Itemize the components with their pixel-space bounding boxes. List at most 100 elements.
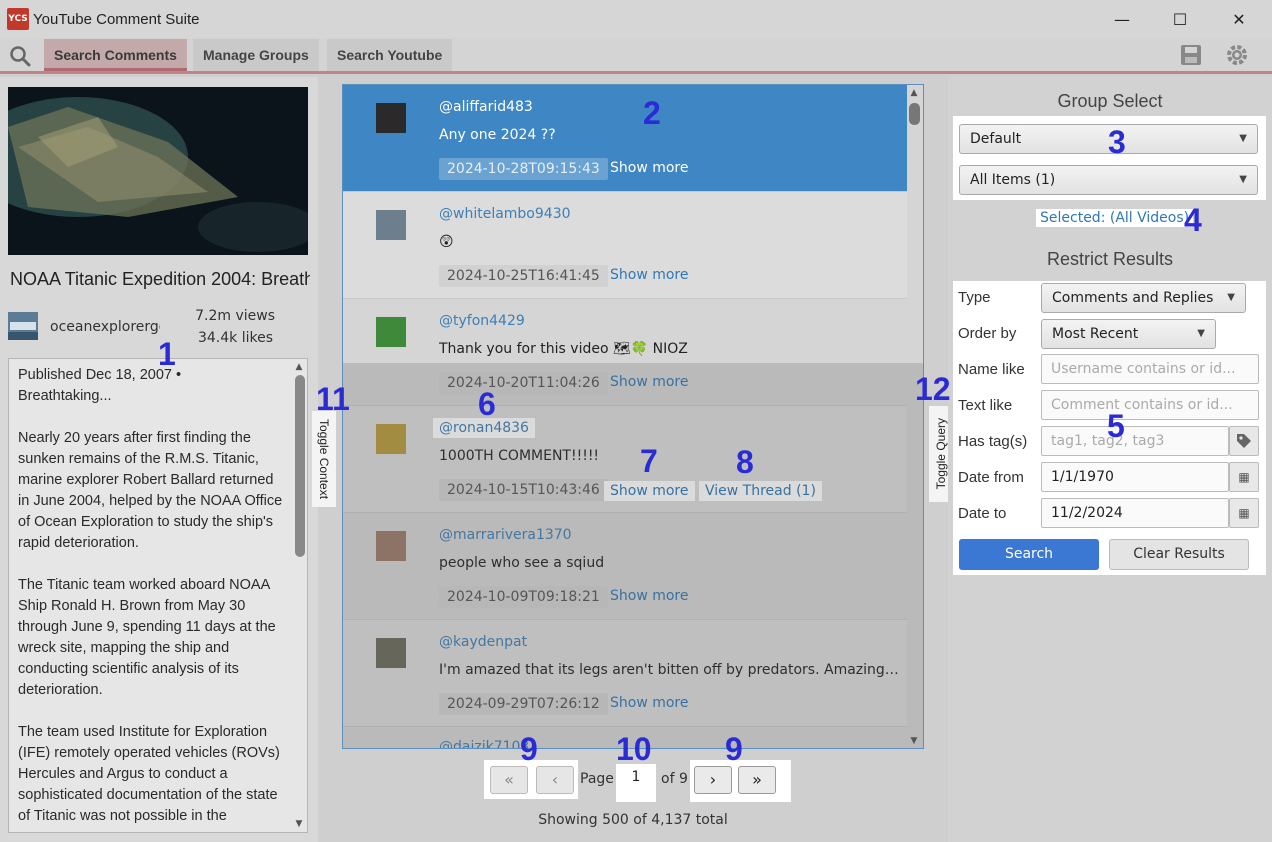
- show-more-link[interactable]: Show more: [610, 160, 689, 176]
- save-icon[interactable]: [1180, 43, 1202, 71]
- comment-text: Any one 2024 ??: [439, 127, 556, 143]
- comment-author[interactable]: @aliffarid483: [439, 99, 533, 115]
- toggle-context-label: Toggle Context: [317, 418, 331, 500]
- avatar: [376, 317, 406, 347]
- order-by-value: Most Recent: [1052, 326, 1139, 342]
- gear-icon[interactable]: [1225, 43, 1249, 71]
- close-button[interactable]: ✕: [1209, 0, 1269, 38]
- scrollbar-thumb[interactable]: [909, 103, 920, 125]
- comment-author[interactable]: @marrarivera1370: [439, 527, 572, 543]
- order-by-label: Order by: [958, 325, 1017, 342]
- comment-list[interactable]: @aliffarid483 Any one 2024 ?? 2024-10-28…: [342, 84, 924, 749]
- avatar: [376, 103, 406, 133]
- date-from-input[interactable]: 1/1/1970: [1041, 462, 1229, 492]
- comment-author[interactable]: @tyfon4429: [439, 313, 525, 329]
- comment-text: 1000TH COMMENT!!!!!: [439, 448, 600, 464]
- list-item[interactable]: @marrarivera1370 people who see a sqiud …: [343, 513, 907, 620]
- comment-date: 2024-10-20T11:04:26: [439, 372, 608, 394]
- channel-name[interactable]: oceanexplorergov: [50, 319, 160, 335]
- show-more-link[interactable]: Show more: [610, 374, 689, 390]
- date-from-label: Date from: [958, 469, 1024, 486]
- scrollbar-thumb[interactable]: [295, 375, 305, 557]
- comment-author[interactable]: @whitelambo9430: [439, 206, 571, 222]
- name-like-input[interactable]: Username contains or id...: [1041, 354, 1259, 384]
- list-item[interactable]: @ronan4836 1000TH COMMENT!!!!! 2024-10-1…: [343, 406, 907, 513]
- date-to-label: Date to: [958, 505, 1007, 522]
- scroll-down-icon[interactable]: ▼: [908, 735, 920, 747]
- callout-6: 6: [478, 386, 496, 422]
- comment-scrollbar[interactable]: ▲ ▼: [906, 87, 922, 747]
- tab-search-comments[interactable]: Search Comments: [44, 39, 187, 71]
- page-label: Page: [580, 771, 614, 787]
- channel-avatar: [8, 312, 38, 340]
- next-page-button[interactable]: ›: [694, 766, 732, 794]
- description-scrollbar[interactable]: ▲ ▼: [293, 361, 305, 830]
- tags-input[interactable]: tag1, tag2, tag3: [1041, 426, 1229, 456]
- calendar-icon[interactable]: ▦: [1229, 462, 1259, 492]
- group-dropdown-value: Default: [970, 131, 1022, 147]
- title-bar: YCS YouTube Comment Suite — ☐ ✕: [0, 0, 1272, 38]
- main-toolbar: Search Comments Manage Groups Search You…: [0, 38, 1272, 74]
- avatar: [376, 531, 406, 561]
- query-panel: Group Select Default ▼ All Items (1) ▼ S…: [948, 77, 1272, 842]
- page-number-input[interactable]: 1: [616, 764, 656, 802]
- prev-page-button[interactable]: ‹: [536, 766, 574, 794]
- result-count: Showing 500 of 4,137 total: [538, 812, 728, 828]
- callout-10: 10: [616, 731, 652, 767]
- first-page-button[interactable]: «: [490, 766, 528, 794]
- group-select-title: Group Select: [1057, 91, 1163, 111]
- has-tags-label: Has tag(s): [958, 433, 1028, 450]
- video-description[interactable]: Published Dec 18, 2007 • Breathtaking...…: [8, 358, 308, 833]
- type-dropdown[interactable]: Comments and Replies ▼: [1041, 283, 1246, 313]
- comment-author[interactable]: @kaydenpat: [439, 634, 527, 650]
- search-button[interactable]: Search: [959, 539, 1099, 570]
- order-by-dropdown[interactable]: Most Recent ▼: [1041, 319, 1216, 349]
- show-more-link[interactable]: Show more: [610, 588, 689, 604]
- page-count-label: of 9: [661, 771, 688, 787]
- tab-manage-groups[interactable]: Manage Groups: [193, 39, 319, 71]
- show-more-link[interactable]: Show more: [610, 267, 689, 283]
- calendar-icon[interactable]: ▦: [1229, 498, 1259, 528]
- show-more-link[interactable]: Show more: [610, 695, 689, 711]
- callout-8: 8: [736, 444, 754, 480]
- restrict-results-title: Restrict Results: [1046, 249, 1174, 269]
- view-thread-link[interactable]: View Thread (1): [699, 481, 822, 501]
- callout-3: 3: [1108, 124, 1126, 160]
- callout-9-right: 9: [725, 731, 743, 767]
- description-text: Published Dec 18, 2007 • Breathtaking...…: [18, 367, 283, 824]
- video-title: NOAA Titanic Expedition 2004: Breathtaki…: [10, 269, 310, 289]
- list-item[interactable]: @whitelambo9430 😲 2024-10-25T16:41:45 Sh…: [343, 192, 907, 299]
- callout-4: 4: [1184, 202, 1202, 238]
- tab-search-youtube[interactable]: Search Youtube: [327, 39, 453, 71]
- search-icon[interactable]: [9, 45, 31, 71]
- video-thumbnail[interactable]: [8, 87, 308, 255]
- toggle-context-button[interactable]: Toggle Context: [312, 411, 336, 507]
- type-label: Type: [958, 289, 991, 306]
- show-more-link[interactable]: Show more: [604, 481, 695, 501]
- maximize-button[interactable]: ☐: [1150, 0, 1210, 38]
- callout-1: 1: [158, 336, 176, 372]
- date-to-input[interactable]: 11/2/2024: [1041, 498, 1229, 528]
- scroll-down-icon[interactable]: ▼: [293, 818, 305, 830]
- scroll-up-icon[interactable]: ▲: [908, 87, 920, 99]
- avatar: [376, 210, 406, 240]
- scroll-up-icon[interactable]: ▲: [293, 361, 305, 373]
- items-dropdown[interactable]: All Items (1) ▼: [959, 165, 1258, 195]
- text-like-label: Text like: [958, 397, 1013, 414]
- list-item[interactable]: @tyfon4429 Thank you for this video 🗺🍀 N…: [343, 299, 907, 406]
- chevron-down-icon: ▼: [1239, 133, 1247, 144]
- selected-videos-link[interactable]: Selected: (All Videos): [1036, 209, 1194, 227]
- last-page-button[interactable]: »: [738, 766, 776, 794]
- window-title: YouTube Comment Suite: [33, 10, 200, 28]
- type-dropdown-value: Comments and Replies: [1052, 290, 1214, 306]
- clear-results-button[interactable]: Clear Results: [1109, 539, 1249, 570]
- comment-date: 2024-10-09T09:18:21: [439, 586, 608, 608]
- comment-author[interactable]: @daizik7103: [439, 739, 529, 748]
- text-like-input[interactable]: Comment contains or id...: [1041, 390, 1259, 420]
- callout-9-left: 9: [520, 731, 538, 767]
- tag-icon[interactable]: [1229, 426, 1259, 456]
- minimize-button[interactable]: —: [1092, 0, 1152, 38]
- list-item[interactable]: @kaydenpat I'm amazed that its legs aren…: [343, 620, 907, 727]
- list-item[interactable]: @aliffarid483 Any one 2024 ?? 2024-10-28…: [343, 85, 907, 192]
- items-dropdown-value: All Items (1): [970, 172, 1056, 188]
